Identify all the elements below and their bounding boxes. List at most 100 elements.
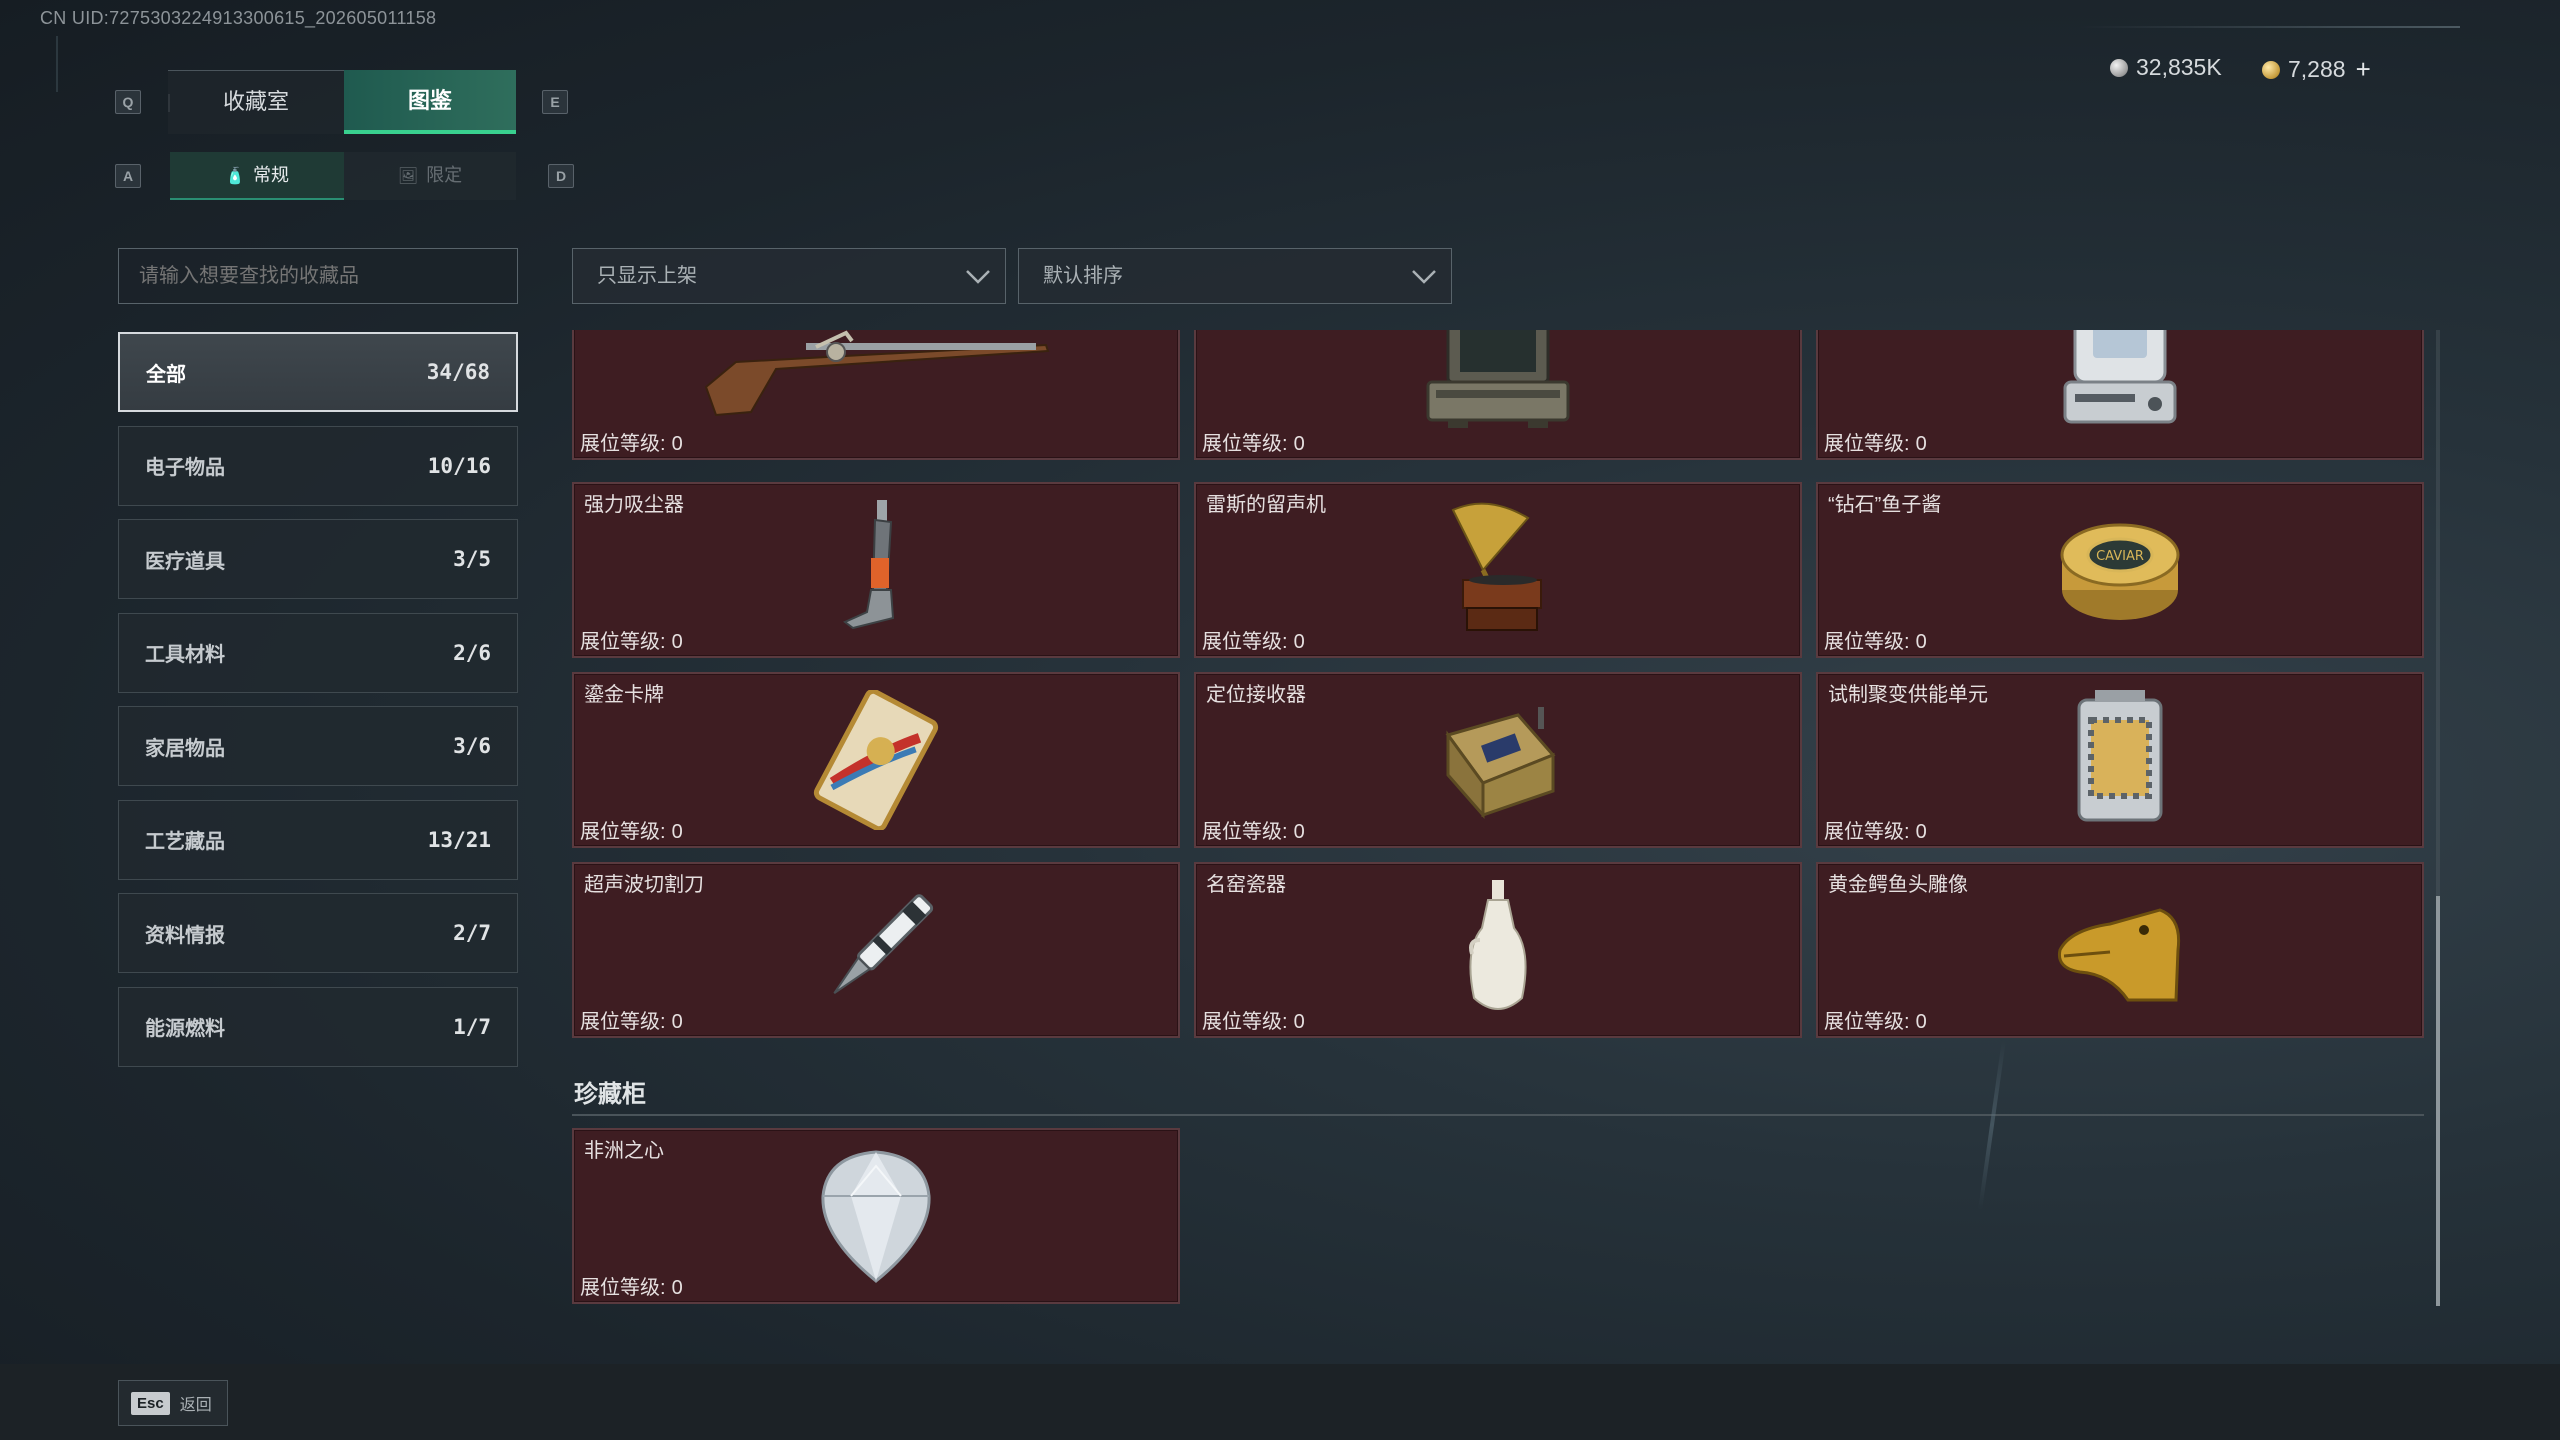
gold-coin-icon	[2262, 60, 2280, 79]
collection-card[interactable]: 展位等级: 0	[1816, 330, 2424, 460]
category-1[interactable]: 电子物品 10/16	[118, 425, 518, 506]
booth-level-value: 0	[671, 631, 683, 653]
collection-card[interactable]: 展位等级: 0	[572, 330, 1180, 460]
item-name: 雷斯的留声机	[1206, 494, 1326, 516]
item-name: 名窑瓷器	[1206, 874, 1286, 896]
key-hint-d[interactable]: D	[548, 164, 574, 188]
gold-currency: 7,288 +	[2262, 54, 2371, 85]
booth-level: 展位等级: 0	[1824, 1005, 1927, 1034]
booth-level-label: 展位等级:	[1202, 433, 1288, 455]
key-hint-a[interactable]: A	[115, 164, 141, 188]
booth-level-label: 展位等级:	[1202, 821, 1288, 843]
collection-card[interactable]: 雷斯的留声机展位等级: 0	[1194, 482, 1802, 658]
booth-level-value: 0	[1915, 1011, 1927, 1033]
plus-icon[interactable]: +	[2356, 54, 2371, 85]
collection-card[interactable]: 黄金鳄鱼头雕像展位等级: 0	[1816, 862, 2424, 1038]
silver-amount: 32,835K	[2136, 54, 2222, 80]
category-4[interactable]: 家居物品 3/6	[118, 706, 518, 786]
svg-text:CAVIAR: CAVIAR	[2096, 549, 2144, 564]
decor-bracket	[56, 36, 66, 92]
booth-level-label: 展位等级:	[580, 631, 666, 653]
display-filter-dropdown[interactable]: 只显示上架	[572, 248, 1006, 304]
item-name: 强力吸尘器	[584, 494, 684, 516]
collection-card[interactable]: “钻石”鱼子酱 CAVIAR 展位等级: 0	[1816, 482, 2424, 658]
booth-level: 展位等级: 0	[580, 1271, 683, 1300]
collection-card[interactable]: 强力吸尘器展位等级: 0	[572, 482, 1180, 658]
tab-catalog[interactable]: 图鉴	[344, 70, 516, 134]
category-label: 工具材料	[145, 644, 225, 666]
category-label: 资料情报	[145, 924, 225, 947]
collection-card[interactable]: 展位等级: 0	[1194, 330, 1802, 460]
booth-level-value: 0	[1293, 821, 1305, 843]
booth-level: 展位等级: 0	[1824, 815, 1927, 844]
silver-currency: 32,835K	[2110, 54, 2222, 81]
item-name: 定位接收器	[1206, 684, 1306, 706]
chevron-down-icon	[966, 270, 990, 284]
category-6[interactable]: 资料情报 2/7	[118, 893, 518, 973]
booth-level-value: 0	[1293, 1011, 1305, 1033]
booth-level-label: 展位等级:	[1202, 1011, 1288, 1033]
booth-level: 展位等级: 0	[1824, 427, 1927, 456]
booth-level: 展位等级: 0	[1824, 625, 1927, 654]
collection-card[interactable]: 非洲之心 展位等级: 0	[572, 1128, 1180, 1304]
key-hint-q[interactable]: Q	[115, 90, 141, 114]
category-count: 3/5	[453, 547, 491, 571]
booth-level: 展位等级: 0	[1202, 815, 1305, 844]
category-5[interactable]: 工艺藏品 13/21	[118, 799, 518, 880]
sort-dropdown[interactable]: 默认排序	[1018, 248, 1452, 304]
scrollbar-thumb[interactable]	[2436, 896, 2440, 1306]
esc-key: Esc	[131, 1391, 170, 1415]
booth-level: 展位等级: 0	[1202, 625, 1305, 654]
subtab-regular[interactable]: 🧴 常规	[170, 152, 344, 200]
item-name: 黄金鳄鱼头雕像	[1828, 874, 1968, 896]
booth-level: 展位等级: 0	[1202, 427, 1305, 456]
back-button[interactable]: Esc 返回	[118, 1380, 228, 1426]
category-2[interactable]: 医疗道具 3/5	[118, 519, 518, 599]
category-count: 2/7	[453, 921, 491, 945]
category-0[interactable]: 全部 34/68	[118, 332, 518, 412]
silver-coin-icon	[2110, 58, 2128, 77]
booth-level-label: 展位等级:	[580, 1277, 666, 1299]
booth-level-label: 展位等级:	[1824, 1011, 1910, 1033]
category-count: 2/6	[453, 640, 491, 665]
booth-level-value: 0	[671, 1277, 683, 1299]
section-title-treasure: 珍藏柜	[574, 1081, 646, 1108]
collection-card[interactable]: 鎏金卡牌展位等级: 0	[572, 672, 1180, 848]
booth-level-label: 展位等级:	[580, 821, 666, 843]
booth-level-value: 0	[671, 821, 683, 843]
item-name: 鎏金卡牌	[584, 684, 664, 706]
booth-level: 展位等级: 0	[580, 815, 683, 844]
booth-level: 展位等级: 0	[580, 427, 683, 456]
item-name: “钻石”鱼子酱	[1828, 494, 1942, 516]
booth-level-label: 展位等级:	[1824, 821, 1910, 843]
search-input[interactable]	[118, 248, 518, 304]
booth-level-value: 0	[1915, 631, 1927, 653]
subtab-limited[interactable]: 🖼 限定	[344, 152, 516, 200]
booth-level-value: 0	[1915, 821, 1927, 843]
subtab-limited-label: 限定	[426, 165, 463, 185]
booth-level-label: 展位等级:	[580, 433, 666, 455]
category-7[interactable]: 能源燃料 1/7	[118, 986, 518, 1067]
collection-card[interactable]: 定位接收器展位等级: 0	[1194, 672, 1802, 848]
collection-card[interactable]: 超声波切割刀 展位等级: 0	[572, 862, 1180, 1038]
category-count: 3/6	[453, 734, 491, 758]
category-label: 全部	[146, 363, 186, 386]
category-label: 家居物品	[145, 737, 225, 760]
booth-level: 展位等级: 0	[580, 625, 683, 654]
booth-level: 展位等级: 0	[580, 1005, 683, 1034]
category-label: 工艺藏品	[145, 831, 225, 853]
category-3[interactable]: 工具材料 2/6	[118, 612, 518, 693]
booth-level-label: 展位等级:	[580, 1011, 666, 1033]
booth-level-value: 0	[1293, 433, 1305, 455]
tab-collection-room[interactable]: 收藏室	[168, 70, 344, 134]
back-label: 返回	[179, 1397, 212, 1414]
booth-level-value: 0	[1293, 631, 1305, 653]
category-count: 34/68	[426, 360, 490, 384]
key-hint-e[interactable]: E	[542, 90, 568, 114]
collection-card[interactable]: 试制聚变供能单元 展位等级: 0	[1816, 672, 2424, 848]
booth-level-label: 展位等级:	[1824, 631, 1910, 653]
category-count: 13/21	[427, 827, 491, 852]
booth-level: 展位等级: 0	[1202, 1005, 1305, 1034]
collection-card[interactable]: 名窑瓷器展位等级: 0	[1194, 862, 1802, 1038]
category-label: 能源燃料	[145, 1018, 225, 1040]
